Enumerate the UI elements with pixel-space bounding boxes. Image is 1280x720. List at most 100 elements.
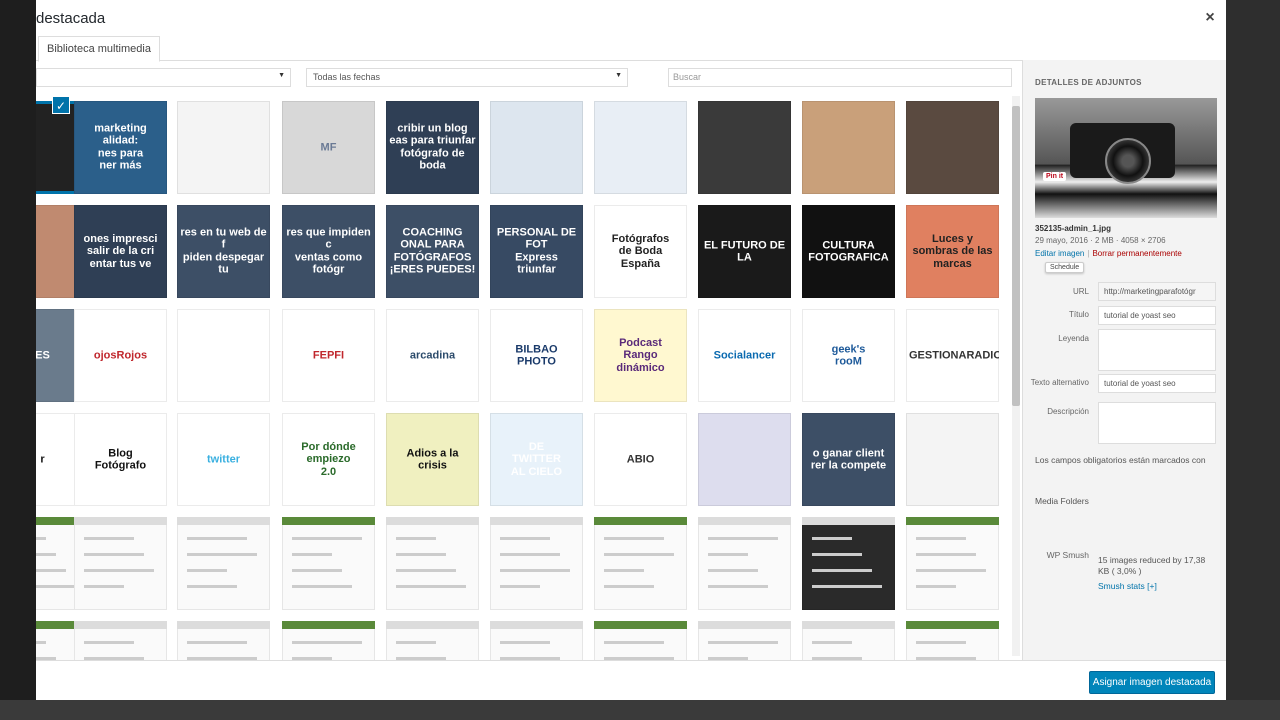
attachment-thumbnail[interactable] [177,309,270,402]
description-field[interactable] [1098,402,1216,444]
attachment-thumbnail[interactable]: res que impiden c ventas como fotógr [282,205,375,298]
backdrop-bottom [0,700,1280,720]
attachment-thumbnail[interactable] [490,517,583,610]
attachment-thumbnail[interactable]: Podcast Rango dinámico [594,309,687,402]
featured-image-modal: destacada × Biblioteca multimedia ▼ Toda… [36,0,1226,700]
attachment-thumbnail[interactable]: res en tu web de f piden despegar tu [177,205,270,298]
screenshot-header-bar [177,621,270,629]
camera-lens [1105,138,1151,184]
thumbnail-label: twitter [207,453,240,466]
schedule-tooltip[interactable]: Schedule [1045,262,1085,273]
attachment-thumbnail[interactable] [698,621,791,660]
screenshot-line [708,553,748,556]
attachment-thumbnail[interactable]: ones impresci salir de la cri entar tus … [74,205,167,298]
attachment-thumbnail[interactable]: PERSONAL DE FOT Express triunfar [490,205,583,298]
attachment-thumbnail[interactable] [74,621,167,660]
attachment-thumbnail[interactable]: FEPFI [282,309,375,402]
attachment-thumbnail[interactable] [906,413,999,506]
thumbnail-label: ABIO [626,453,655,466]
attachment-thumbnail[interactable] [594,101,687,194]
attachment-thumbnail[interactable]: geek's rooM [802,309,895,402]
attachment-thumbnail[interactable]: GESTIONARADIO [906,309,999,402]
attachment-thumbnail[interactable]: Blog Fotógrafo [74,413,167,506]
attachment-thumbnail[interactable]: ojosRojos [74,309,167,402]
thumbnail-label: arcadina [409,349,456,362]
screenshot-line [187,585,237,588]
attachment-thumbnail[interactable]: CULTURA FOTOGRAFICA [802,205,895,298]
attachment-thumbnail[interactable] [802,517,895,610]
attachment-thumbnail[interactable]: cribir un blog eas para triunfar fotógra… [386,101,479,194]
close-icon[interactable]: × [1202,10,1218,26]
attachment-thumbnail[interactable]: MF [282,101,375,194]
attachment-thumbnail[interactable]: COACHING ONAL PARA FOTÓGRAFOS ¡ERES PUED… [386,205,479,298]
attachment-preview-image: Pin it [1035,98,1217,218]
attachment-thumbnail[interactable]: BILBAO PHOTO [490,309,583,402]
attachment-thumbnail[interactable] [698,101,791,194]
url-field[interactable]: http://marketingparafotógr [1098,282,1216,301]
attachment-thumbnail[interactable] [282,621,375,660]
screenshot-line [187,569,227,572]
screenshot-line [292,585,352,588]
attachment-thumbnail[interactable] [74,517,167,610]
screenshot-line [916,537,966,540]
attachment-thumbnail[interactable] [906,517,999,610]
caption-field[interactable] [1098,329,1216,371]
screenshot-line [292,641,362,644]
attachment-thumbnail[interactable]: Fotógrafos de Boda España [594,205,687,298]
attachment-thumbnail[interactable] [594,621,687,660]
attachment-thumbnail[interactable]: ABIO [594,413,687,506]
attachment-thumbnail[interactable] [802,101,895,194]
attachment-thumbnail[interactable] [906,101,999,194]
attachment-thumbnail[interactable] [177,517,270,610]
attachment-thumbnail[interactable]: arcadina [386,309,479,402]
attachment-thumbnail[interactable]: Por dónde empiezo 2.0 [282,413,375,506]
thumbnail-label: ojosRojos [93,349,148,362]
attachment-thumbnail[interactable]: marketing alidad: nes para ner más [74,101,167,194]
delete-permanently-link[interactable]: Borrar permanentemente [1092,249,1181,258]
screenshot-line [36,641,46,644]
attachment-thumbnail[interactable]: EL FUTURO DE LA [698,205,791,298]
screenshot-header-bar [74,621,167,629]
attachment-thumbnail[interactable] [698,517,791,610]
description-label: Descripción [1047,407,1089,416]
attachment-thumbnail[interactable]: o ganar client rer la compete [802,413,895,506]
attachment-thumbnail[interactable]: Socialancer [698,309,791,402]
smush-stats-link[interactable]: Smush stats [+] [1098,581,1157,591]
selected-check-icon[interactable]: ✓ [52,96,70,114]
attachment-thumbnail[interactable] [386,517,479,610]
screenshot-line [500,585,540,588]
screenshot-header-bar [698,621,791,629]
attachment-thumbnail[interactable] [177,621,270,660]
attachment-thumbnail[interactable] [594,517,687,610]
search-input[interactable]: Buscar [668,68,1012,87]
attachment-thumbnail[interactable]: Adios a la crisis [386,413,479,506]
thumbnail-label: FEPFI [312,349,345,362]
attachment-thumbnail[interactable] [490,101,583,194]
attachment-thumbnail[interactable] [177,101,270,194]
attachment-thumbnail[interactable] [802,621,895,660]
screenshot-line [500,553,560,556]
title-field[interactable]: tutorial de yoast seo [1098,306,1216,325]
tab-media-library[interactable]: Biblioteca multimedia [38,36,160,62]
attachment-thumbnail[interactable] [698,413,791,506]
attachment-thumbnail[interactable] [906,621,999,660]
pin-it-button[interactable]: Pin it [1043,172,1067,181]
scrollbar-thumb[interactable] [1012,106,1020,406]
thumbnail-label: Luces y sombras de las marcas [912,232,993,270]
alt-text-field[interactable]: tutorial de yoast seo [1098,374,1216,393]
scrollbar[interactable] [1012,96,1020,656]
attachment-thumbnail[interactable] [282,517,375,610]
edit-image-link[interactable]: Editar imagen [1035,249,1084,258]
date-filter[interactable]: Todas las fechas ▼ [306,68,628,87]
backdrop-left [0,0,36,720]
media-type-filter[interactable]: ▼ [36,68,291,87]
attachment-thumbnail[interactable] [490,621,583,660]
date-filter-value: Todas las fechas [313,72,381,82]
attachment-thumbnail[interactable]: DE TWITTER AL CIELO [490,413,583,506]
attachment-thumbnail[interactable] [386,621,479,660]
screenshot-line [812,553,862,556]
attachment-thumbnail[interactable]: Luces y sombras de las marcas [906,205,999,298]
thumbnail-label: Adios a la crisis [406,446,459,472]
attachment-thumbnail[interactable]: twitter [177,413,270,506]
set-featured-image-button[interactable]: Asignar imagen destacada [1089,671,1215,694]
